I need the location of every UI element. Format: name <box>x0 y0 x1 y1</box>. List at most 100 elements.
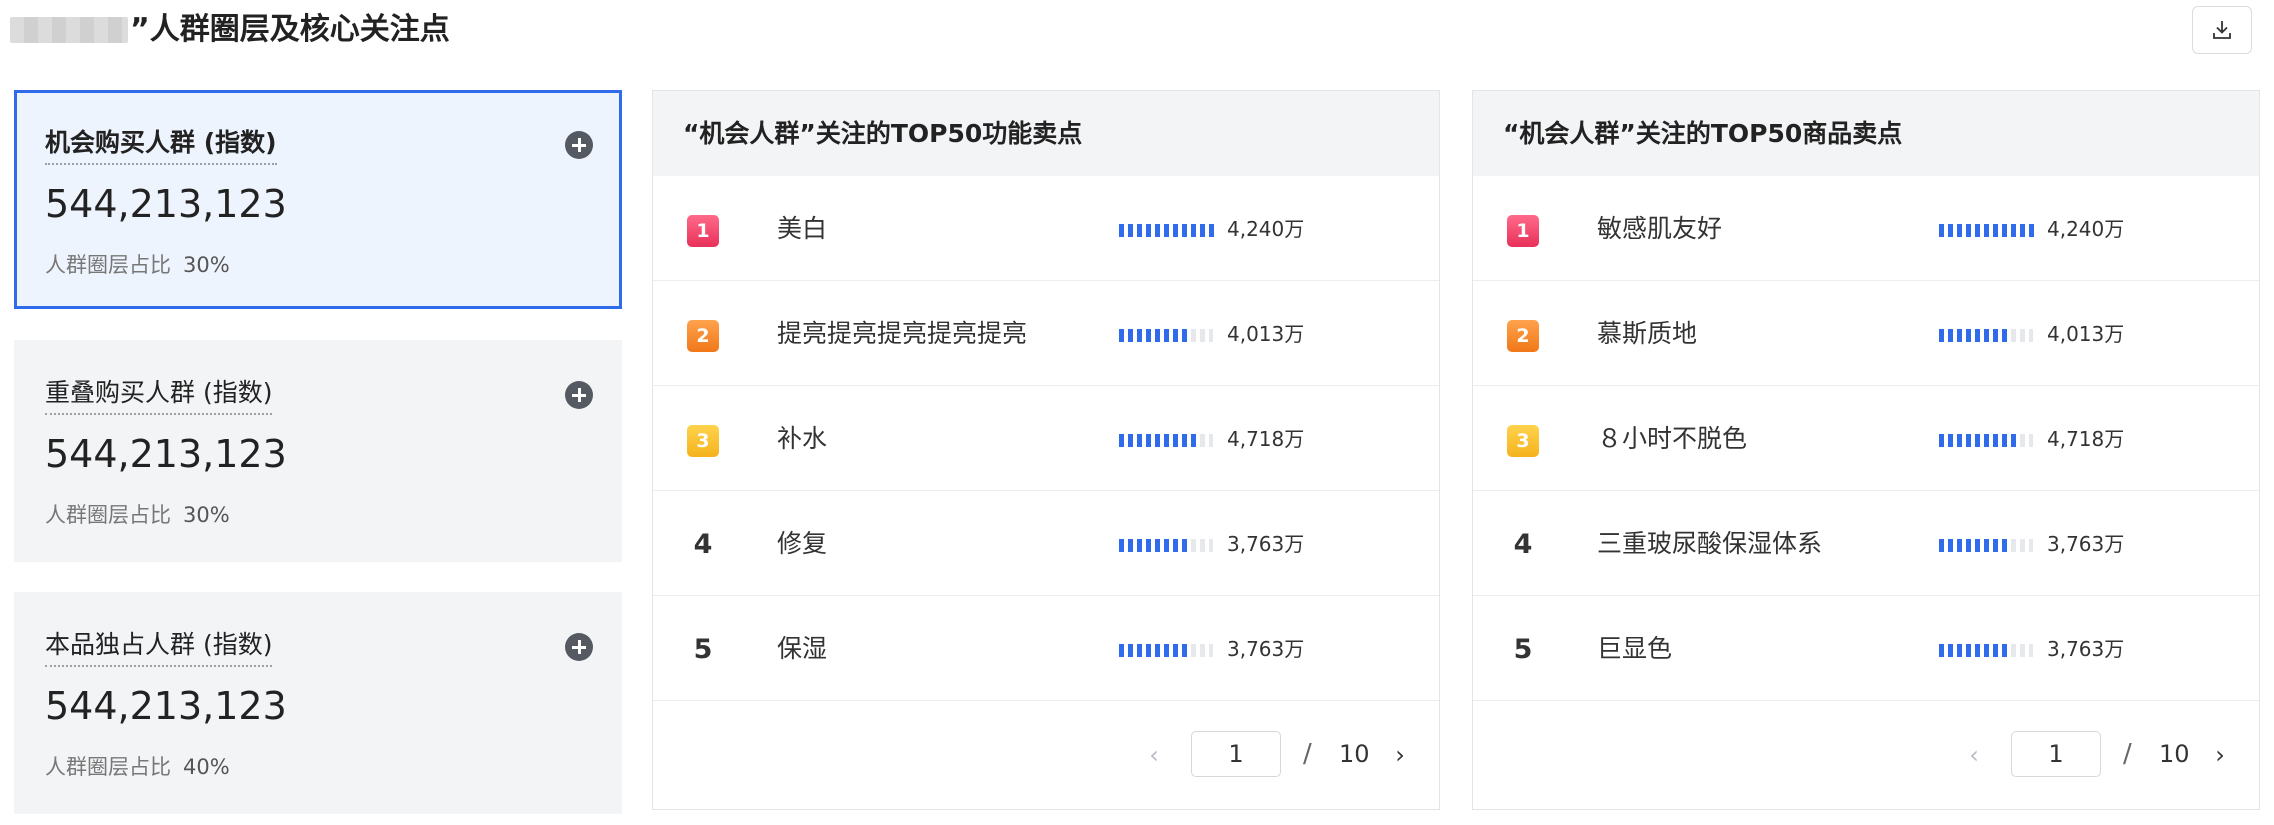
rank-bar <box>1119 539 1213 552</box>
ranking-row: 4 三重玻尿酸保湿体系 3,763万 <box>1473 491 2259 596</box>
rank-bar <box>1939 329 2033 342</box>
download-button[interactable] <box>2192 6 2252 54</box>
add-circle-icon[interactable] <box>565 633 593 661</box>
rank-value: 4,013万 <box>1227 322 1305 346</box>
rank-value: 4,013万 <box>2047 322 2125 346</box>
rank-bar <box>1119 434 1213 447</box>
rank-bar <box>1119 224 1214 237</box>
rank-name: ８小时不脱色 <box>1597 424 1748 453</box>
ranking-row: 2 提亮提亮提亮提亮提亮 4,013万 <box>653 281 1439 386</box>
panel-function-points: “机会人群”关注的TOP50功能卖点 1 美白 4,240万 2 提亮提亮提亮提… <box>652 90 1440 810</box>
rank-name: 美白 <box>777 214 828 243</box>
segment-share: 人群圈层占比 30% <box>45 251 230 279</box>
rank-badge: 2 <box>1507 320 1539 352</box>
segment-card-exclusive[interactable]: 本品独占人群 (指数) 544,213,123 人群圈层占比 40% <box>14 592 622 814</box>
rank-bar-fill <box>1939 224 2034 237</box>
rank-bar-fill <box>1939 434 2016 447</box>
segment-name: 本品独占人群 (指数) <box>45 629 273 667</box>
rank-bar-fill <box>1119 539 1187 552</box>
segment-name: 机会购买人群 (指数) <box>45 127 277 165</box>
chevron-right-icon[interactable]: › <box>1385 739 1415 771</box>
ranking-row: 1 敏感肌友好 4,240万 <box>1473 176 2259 281</box>
rank-badge: 3 <box>1507 425 1539 457</box>
rank-name: 慕斯质地 <box>1597 319 1698 348</box>
rank-number: 5 <box>693 634 713 665</box>
page-number-input[interactable] <box>1191 731 1281 777</box>
add-circle-icon[interactable] <box>565 381 593 409</box>
rank-bar-fill <box>1119 434 1196 447</box>
panel-product-points: “机会人群”关注的TOP50商品卖点 1 敏感肌友好 4,240万 2 慕斯质地… <box>1472 90 2260 810</box>
rank-bar-fill <box>1939 539 2007 552</box>
segment-share: 人群圈层占比 40% <box>45 753 230 781</box>
download-icon <box>2213 21 2231 39</box>
page-number-input[interactable] <box>2011 731 2101 777</box>
rank-name: 补水 <box>777 424 828 453</box>
panel-header: “机会人群”关注的TOP50商品卖点 <box>1473 91 2259 176</box>
pager-total: 10 <box>2159 740 2190 768</box>
rank-badge: 1 <box>1507 215 1539 247</box>
rank-value: 3,763万 <box>1227 637 1305 661</box>
rank-bar-fill <box>1119 224 1214 237</box>
rank-badge: 3 <box>687 425 719 457</box>
segment-value: 544,213,123 <box>45 684 287 728</box>
segment-share-label: 人群圈层占比 <box>45 253 171 277</box>
segment-value: 544,213,123 <box>45 432 287 476</box>
pagination: ‹ / 10 › <box>1139 731 1439 781</box>
panel-title: “机会人群”关注的TOP50商品卖点 <box>1503 119 1903 148</box>
rank-name: 巨显色 <box>1597 634 1673 663</box>
rank-number: 4 <box>1513 529 1533 560</box>
ranking-row: 1 美白 4,240万 <box>653 176 1439 281</box>
segment-share-label: 人群圈层占比 <box>45 503 171 527</box>
panel-header: “机会人群”关注的TOP50功能卖点 <box>653 91 1439 176</box>
rank-name: 修复 <box>777 529 828 558</box>
segment-share-value: 30% <box>183 503 230 527</box>
rank-value: 4,240万 <box>1227 217 1305 241</box>
rank-name: 敏感肌友好 <box>1597 214 1723 243</box>
rank-bar <box>1119 329 1213 342</box>
segment-card-opportunity[interactable]: 机会购买人群 (指数) 544,213,123 人群圈层占比 30% <box>14 90 622 309</box>
segment-share-value: 30% <box>183 253 230 277</box>
rank-value: 4,718万 <box>2047 427 2125 451</box>
ranking-row: 3 ８小时不脱色 4,718万 <box>1473 386 2259 491</box>
page-title: ”人群圈层及核心关注点 <box>130 12 450 47</box>
rank-value: 4,718万 <box>1227 427 1305 451</box>
pager-separator: / <box>2123 739 2132 769</box>
rank-bar-fill <box>1119 644 1187 657</box>
panel-title: “机会人群”关注的TOP50功能卖点 <box>683 119 1083 148</box>
blurred-brand-name <box>10 17 128 43</box>
rank-bar <box>1939 224 2034 237</box>
rank-bar-fill <box>1119 329 1187 342</box>
segment-share: 人群圈层占比 30% <box>45 501 230 529</box>
rank-name: 保湿 <box>777 634 828 663</box>
rank-bar-fill <box>1939 644 2007 657</box>
chevron-left-icon[interactable]: ‹ <box>1959 739 1989 771</box>
segment-share-value: 40% <box>183 755 230 779</box>
rank-bar <box>1939 539 2033 552</box>
chevron-right-icon[interactable]: › <box>2205 739 2235 771</box>
rank-badge: 2 <box>687 320 719 352</box>
rank-value: 3,763万 <box>1227 532 1305 556</box>
pager-total: 10 <box>1339 740 1370 768</box>
ranking-row: 5 巨显色 3,763万 <box>1473 596 2259 701</box>
rank-bar <box>1119 644 1213 657</box>
segment-name: 重叠购买人群 (指数) <box>45 377 273 415</box>
page-header: ”人群圈层及核心关注点 <box>0 0 2274 60</box>
rank-value: 3,763万 <box>2047 532 2125 556</box>
pager-separator: / <box>1303 739 1312 769</box>
rank-bar-fill <box>1939 329 2007 342</box>
rank-value: 3,763万 <box>2047 637 2125 661</box>
segment-value: 544,213,123 <box>45 182 287 226</box>
ranking-row: 3 补水 4,718万 <box>653 386 1439 491</box>
segment-card-overlap[interactable]: 重叠购买人群 (指数) 544,213,123 人群圈层占比 30% <box>14 340 622 562</box>
ranking-row: 2 慕斯质地 4,013万 <box>1473 281 2259 386</box>
add-circle-icon[interactable] <box>565 131 593 159</box>
rank-bar <box>1939 644 2033 657</box>
rank-number: 5 <box>1513 634 1533 665</box>
ranking-row: 5 保湿 3,763万 <box>653 596 1439 701</box>
segment-share-label: 人群圈层占比 <box>45 755 171 779</box>
ranking-row: 4 修复 3,763万 <box>653 491 1439 596</box>
rank-name: 提亮提亮提亮提亮提亮 <box>777 319 1028 348</box>
rank-badge: 1 <box>687 215 719 247</box>
pagination: ‹ / 10 › <box>1959 731 2259 781</box>
chevron-left-icon[interactable]: ‹ <box>1139 739 1169 771</box>
